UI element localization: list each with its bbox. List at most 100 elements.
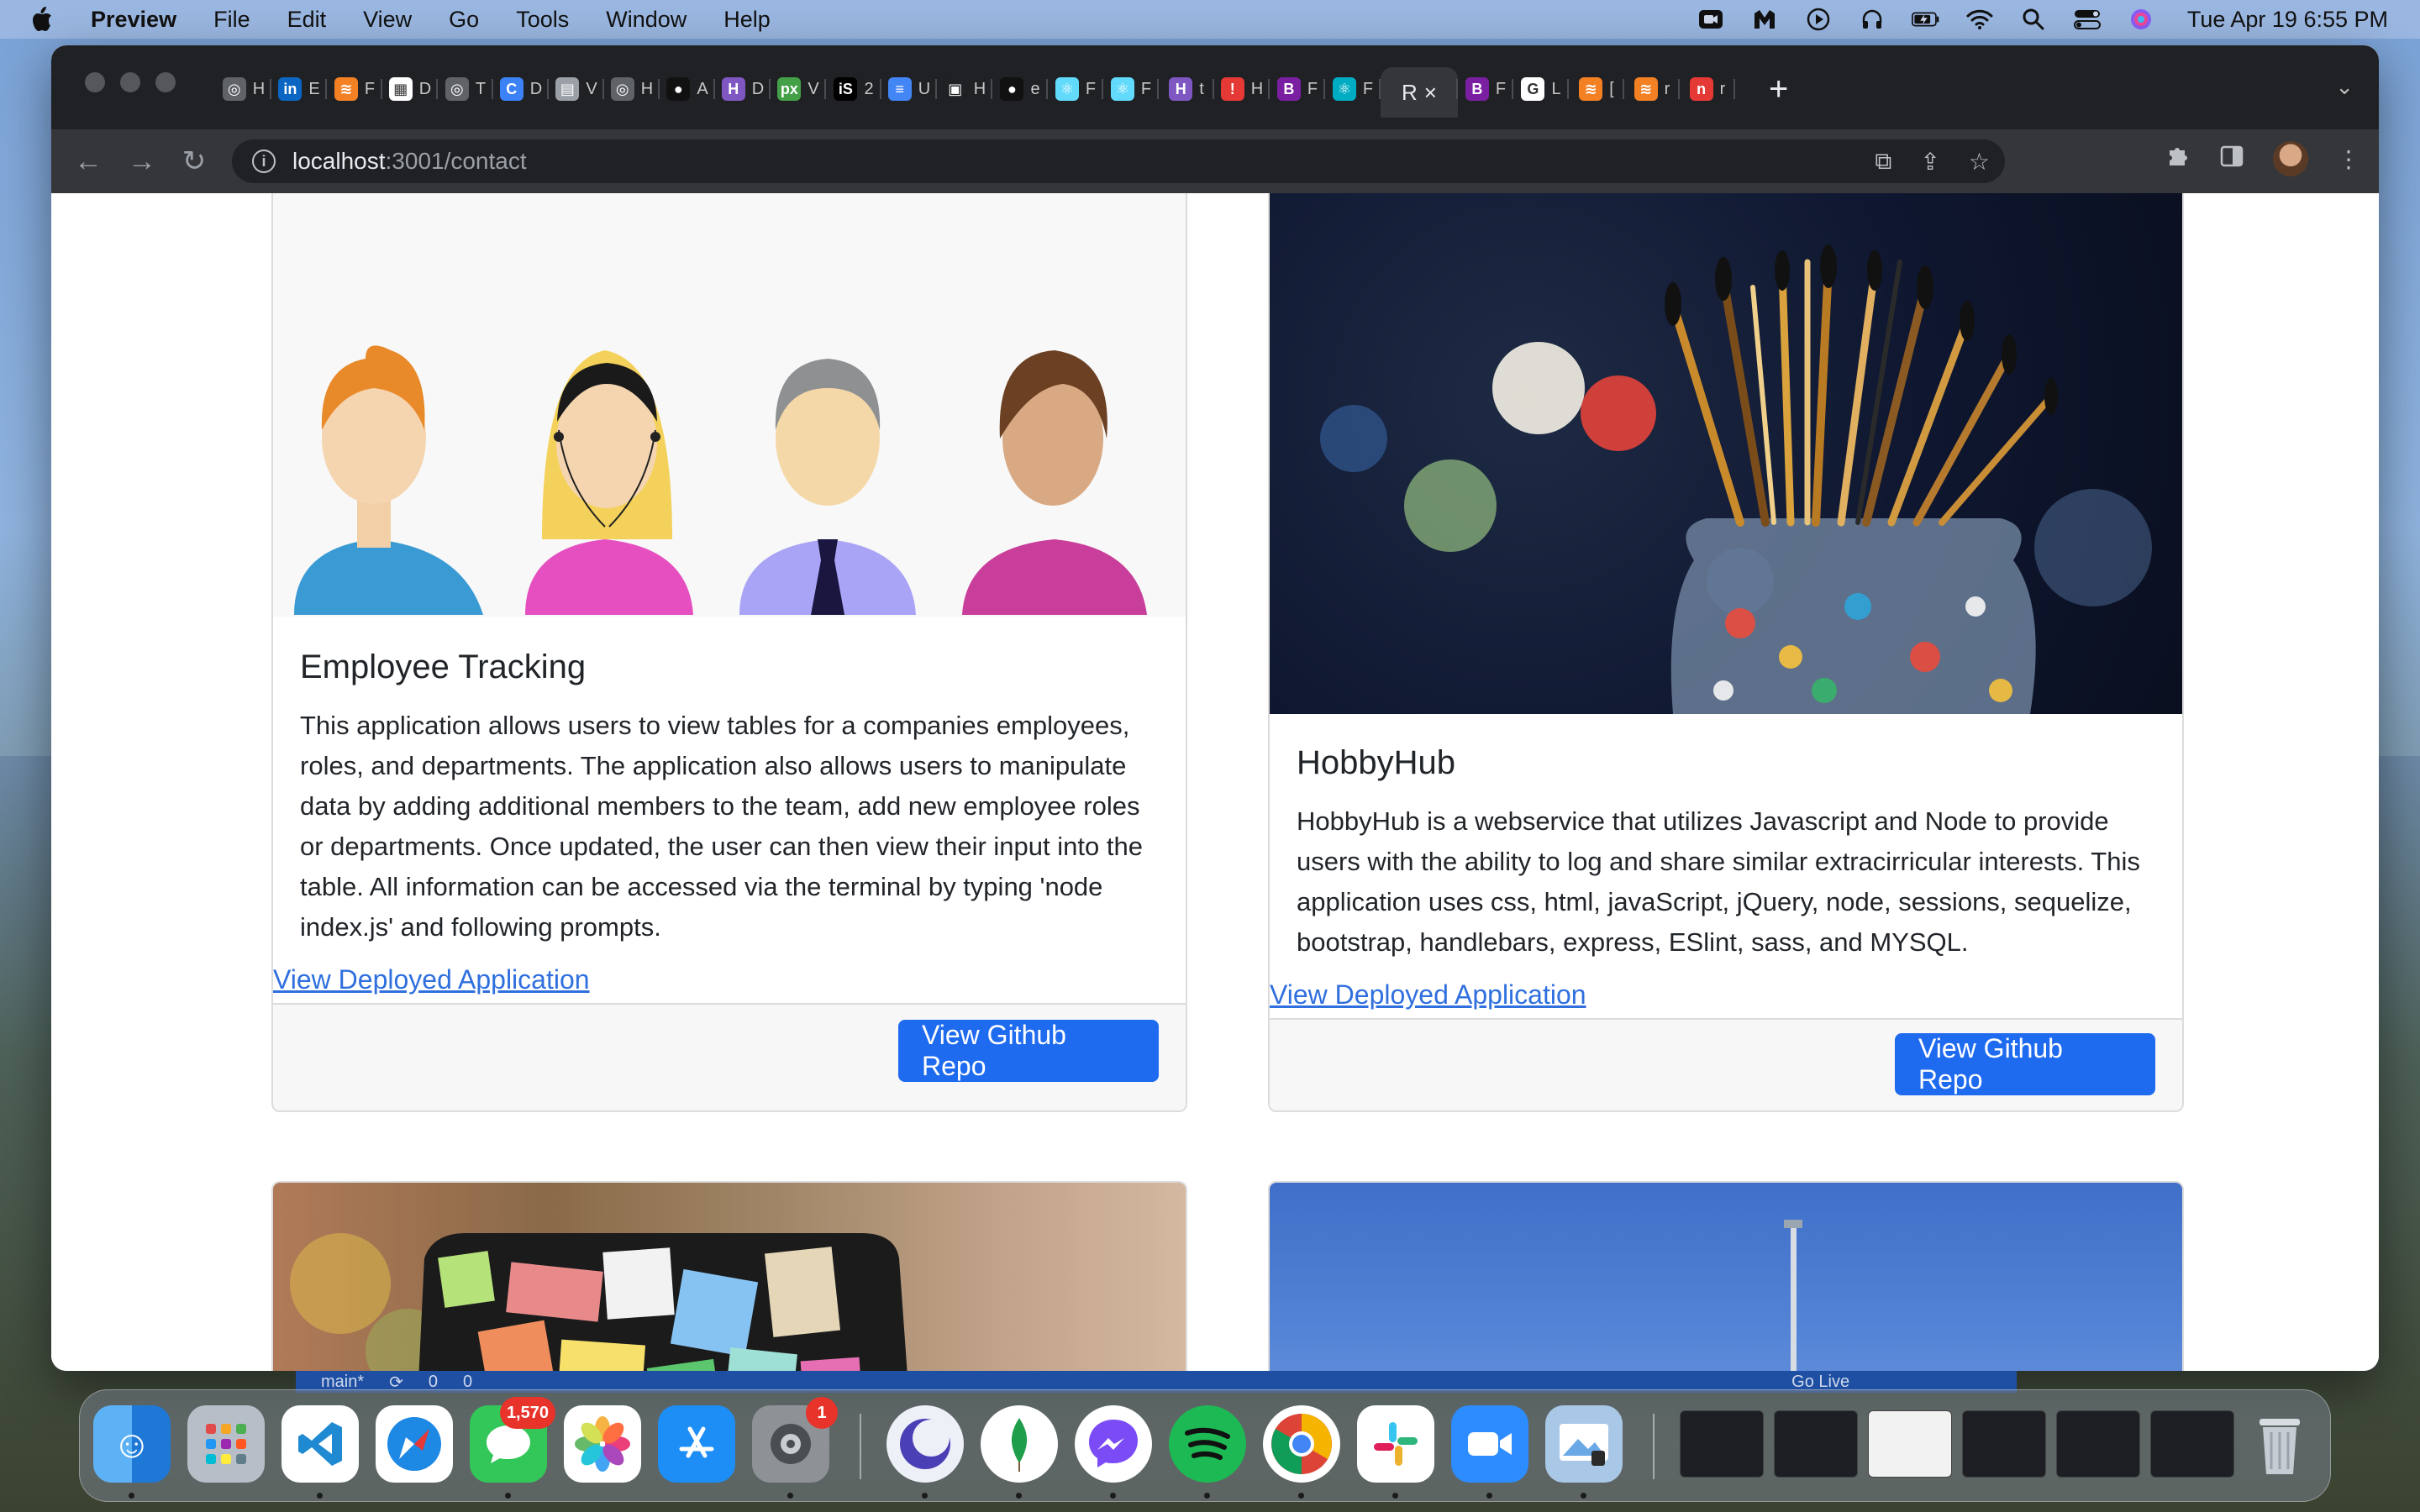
side-panel-icon[interactable] — [2219, 144, 2244, 175]
browser-tab[interactable]: px V — [771, 67, 826, 111]
browser-tab[interactable]: iS 2 — [826, 67, 881, 111]
browser-tab-active[interactable]: R × — [1381, 67, 1458, 118]
browser-tab[interactable]: ◎ H — [604, 67, 660, 111]
zoom-window-button[interactable] — [155, 72, 176, 92]
spotlight-search-icon[interactable] — [2019, 8, 2048, 31]
profile-avatar[interactable] — [2273, 141, 2308, 176]
menu-go[interactable]: Go — [449, 7, 479, 33]
browser-tab[interactable]: ◎ T — [438, 67, 493, 111]
new-tab-button[interactable]: + — [1769, 71, 1788, 108]
menu-view[interactable]: View — [363, 7, 412, 33]
battery-icon[interactable] — [1911, 8, 1940, 31]
extensions-puzzle-icon[interactable] — [2165, 144, 2191, 175]
view-deployed-application-link[interactable]: View Deployed Application — [273, 964, 590, 995]
browser-tab[interactable]: CD — [493, 67, 549, 111]
reload-icon[interactable]: ↻ — [176, 143, 213, 180]
launchpad-icon[interactable] — [187, 1405, 265, 1483]
menu-app-name[interactable]: Preview — [91, 7, 176, 33]
browser-tab[interactable]: BF — [1270, 67, 1325, 111]
trash-icon[interactable] — [2241, 1405, 2318, 1483]
mongodb-compass-icon[interactable] — [981, 1405, 1058, 1483]
running-indicator — [922, 1493, 928, 1499]
play-status-icon[interactable] — [1804, 8, 1833, 31]
back-arrow-icon[interactable]: ← — [70, 143, 107, 180]
browser-tab[interactable]: ◎ H — [216, 67, 271, 111]
browser-menu-icon[interactable]: ⋮ — [2337, 145, 2360, 173]
browser-tab[interactable]: ⚛ F — [1048, 67, 1103, 111]
site-info-icon[interactable]: i — [252, 150, 276, 173]
system-preferences-icon[interactable]: 1 — [752, 1397, 838, 1483]
minimized-window-thumbnail[interactable] — [2150, 1410, 2234, 1478]
menu-tools[interactable]: Tools — [516, 7, 569, 33]
headphones-icon[interactable] — [1858, 8, 1886, 31]
share-icon[interactable]: ⇪ — [1920, 148, 1939, 176]
finder-icon[interactable]: ☺ — [93, 1405, 171, 1483]
preview-icon[interactable] — [1545, 1405, 1623, 1483]
camera-status-icon[interactable] — [1697, 8, 1725, 31]
forward-arrow-icon[interactable]: → — [124, 143, 160, 180]
browser-tab[interactable]: ▤ V — [549, 67, 604, 111]
zoom-icon[interactable] — [1451, 1405, 1528, 1483]
browser-orb-icon[interactable] — [886, 1405, 964, 1483]
siri-icon[interactable] — [2127, 8, 2155, 31]
minimize-window-button[interactable] — [120, 72, 140, 92]
browser-tab[interactable]: ! H — [1214, 67, 1270, 111]
minimized-window-thumbnail[interactable] — [1868, 1410, 1952, 1478]
browser-tab[interactable]: ≡ U — [881, 67, 937, 111]
menu-edit[interactable]: Edit — [287, 7, 327, 33]
slack-icon[interactable] — [1357, 1405, 1434, 1483]
address-url[interactable]: localhost:3001/contact — [292, 148, 527, 175]
browser-tab[interactable]: ≋ F — [327, 67, 382, 111]
menu-file[interactable]: File — [213, 7, 250, 33]
running-indicator — [505, 1493, 511, 1499]
browser-tab[interactable]: ⚛ F — [1103, 67, 1159, 111]
browser-tab[interactable]: Ht — [1159, 67, 1214, 111]
tab-title-letter: F — [1140, 79, 1152, 98]
chrome-icon[interactable] — [1263, 1405, 1340, 1483]
browser-tab[interactable]: ● A — [660, 67, 715, 111]
messenger-icon[interactable] — [1075, 1405, 1152, 1483]
card-image-people-illustration — [273, 193, 1186, 617]
browser-tab[interactable]: BF — [1458, 67, 1513, 111]
minimized-window-thumbnail[interactable] — [1774, 1410, 1858, 1478]
browser-tab[interactable]: ● e — [992, 67, 1048, 111]
tab-favicon-icon: ▦ — [388, 77, 413, 101]
control-center-icon[interactable] — [2073, 8, 2102, 31]
minimized-window-thumbnail[interactable] — [1962, 1410, 2046, 1478]
vscode-icon[interactable] — [281, 1405, 359, 1483]
app-store-icon[interactable] — [658, 1405, 735, 1483]
photos-icon[interactable] — [564, 1405, 641, 1483]
browser-tab[interactable]: ▣ H — [937, 67, 992, 111]
tab-title-letter: V — [808, 79, 819, 98]
open-in-app-icon[interactable]: ⧉ — [1875, 148, 1891, 176]
browser-tab[interactable]: nr — [1680, 67, 1735, 111]
tab-search-chevron-icon[interactable]: ⌄ — [2335, 74, 2354, 100]
malwarebytes-icon[interactable] — [1750, 8, 1779, 31]
messages-icon[interactable]: 1,570 — [470, 1397, 555, 1483]
close-tab-icon[interactable]: × — [1424, 80, 1437, 106]
spotify-icon[interactable] — [1169, 1405, 1246, 1483]
safari-icon[interactable] — [376, 1405, 453, 1483]
bookmark-star-icon[interactable]: ☆ — [1969, 148, 1990, 176]
browser-tab[interactable]: GL — [1513, 67, 1569, 111]
view-deployed-application-link[interactable]: View Deployed Application — [1270, 979, 1586, 1011]
menu-bar-clock[interactable]: Tue Apr 19 6:55 PM — [2187, 7, 2388, 33]
address-bar[interactable]: i localhost:3001/contact ⧉ ⇪ ☆ — [232, 139, 2005, 183]
view-github-repo-button[interactable]: View Github Repo — [1895, 1033, 2155, 1095]
browser-tab[interactable]: ≋ r — [1624, 67, 1680, 111]
project-card-sky — [1268, 1181, 2184, 1371]
menu-help[interactable]: Help — [723, 7, 771, 33]
browser-tab[interactable]: ▦ D — [382, 67, 438, 111]
tab-title-letter: L — [1551, 79, 1561, 98]
browser-tab[interactable]: in E — [271, 67, 327, 111]
apple-menu-icon[interactable] — [29, 3, 62, 36]
minimized-window-thumbnail[interactable] — [1680, 1410, 1764, 1478]
minimized-window-thumbnail[interactable] — [2056, 1410, 2140, 1478]
menu-window[interactable]: Window — [606, 7, 687, 33]
wifi-icon[interactable] — [1965, 8, 1994, 31]
browser-tab[interactable]: ⚛ F — [1325, 67, 1381, 111]
view-github-repo-button[interactable]: View Github Repo — [898, 1020, 1159, 1082]
browser-tab[interactable]: ≋[ — [1569, 67, 1624, 111]
browser-tab[interactable]: HD — [715, 67, 771, 111]
close-window-button[interactable] — [85, 72, 105, 92]
